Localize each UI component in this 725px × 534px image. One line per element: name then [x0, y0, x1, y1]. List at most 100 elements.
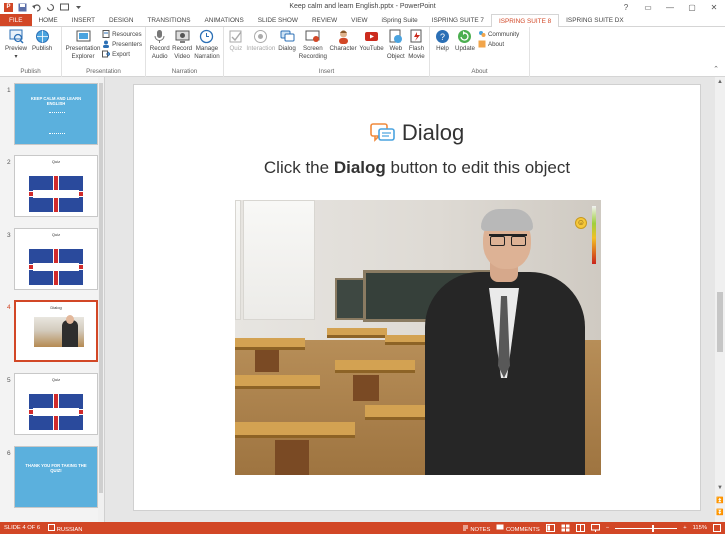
tab-insert[interactable]: INSERT: [65, 14, 102, 26]
tab-design[interactable]: DESIGN: [102, 14, 141, 26]
slide-thumbnail-4[interactable]: 4 Dialog: [4, 298, 102, 362]
workspace: 1 KEEP CALM AND LEARN ENGLISH 2 Quiz 3 Q…: [0, 77, 725, 522]
slide-thumb-label: Quiz: [51, 159, 61, 164]
publish-icon: [35, 29, 50, 44]
dialog-button[interactable]: Dialog: [277, 29, 297, 53]
flash-movie-label: Flash Movie: [408, 45, 425, 60]
export-icon: [102, 50, 111, 58]
save-icon[interactable]: [18, 3, 27, 12]
quiz-button[interactable]: Quiz: [227, 29, 245, 53]
decorative-lines: [49, 112, 65, 134]
reading-view-icon[interactable]: [575, 524, 585, 532]
redo-icon[interactable]: [46, 3, 55, 12]
slide-sorter-icon[interactable]: [561, 524, 570, 532]
slide-number: 2: [7, 159, 11, 166]
ribbon-display-button[interactable]: ▭: [637, 0, 659, 14]
language-indicator[interactable]: RUSSIAN: [44, 523, 86, 533]
chevron-down-icon: ▾: [14, 52, 18, 60]
scroll-down-icon[interactable]: ▼: [715, 485, 725, 491]
customize-toolbar-icon[interactable]: [74, 3, 83, 12]
help-ribbon-button[interactable]: ? Help: [433, 29, 452, 53]
union-jack-image: [29, 394, 83, 430]
web-object-icon: [388, 29, 403, 44]
tab-review[interactable]: REVIEW: [305, 14, 344, 26]
tab-ispring-suite-7[interactable]: ISPRING SUITE 7: [425, 14, 491, 26]
start-slideshow-icon[interactable]: [60, 3, 69, 12]
preview-button[interactable]: Preview ▾: [3, 29, 29, 60]
tab-animations[interactable]: ANIMATIONS: [198, 14, 251, 26]
slideshow-view-icon[interactable]: [590, 524, 600, 532]
tab-transitions[interactable]: TRANSITIONS: [141, 14, 198, 26]
tab-slide-show[interactable]: SLIDE SHOW: [251, 14, 305, 26]
slide-thumbnail-3[interactable]: 3 Quiz: [4, 226, 102, 290]
youtube-button[interactable]: YouTube: [358, 29, 384, 53]
slide-scrollbar[interactable]: ▲ ▼ ⏫ ⏬: [715, 77, 725, 522]
manage-narration-button[interactable]: Manage Narration: [194, 29, 220, 60]
presenters-label: Presenters: [112, 40, 142, 48]
normal-view-icon[interactable]: [545, 524, 555, 532]
undo-icon[interactable]: [32, 3, 41, 12]
record-video-button[interactable]: Record Video: [171, 29, 192, 60]
collapse-ribbon-icon[interactable]: ⌃: [713, 65, 719, 73]
thumbnails-scrollbar[interactable]: [98, 77, 104, 522]
previous-slide-icon[interactable]: ⏫: [715, 497, 725, 504]
tab-view[interactable]: VIEW: [344, 14, 374, 26]
resources-button[interactable]: Resources: [102, 30, 142, 38]
fit-to-window-icon[interactable]: [713, 524, 721, 532]
slide-preview: Quiz: [14, 373, 98, 435]
slide-thumbnail-6[interactable]: 6 THANK YOU FOR TAKING THE QUIZ!: [4, 444, 102, 508]
record-audio-button[interactable]: Record Audio: [149, 29, 170, 60]
notes-button[interactable]: NOTES: [462, 524, 490, 533]
powerpoint-logo-icon[interactable]: P: [4, 2, 13, 12]
next-slide-icon[interactable]: ⏬: [715, 509, 725, 516]
tab-ispring-suite-8[interactable]: ISPRING SUITE 8: [490, 14, 560, 28]
tab-file[interactable]: FILE: [0, 14, 32, 26]
status-bar: SLIDE 4 OF 6 RUSSIAN NOTES COMMENTS − + …: [0, 522, 725, 534]
about-button[interactable]: About: [478, 40, 519, 48]
character-button[interactable]: Character: [329, 29, 358, 53]
slide-title-row: Dialog: [134, 120, 700, 146]
scroll-up-icon[interactable]: ▲: [715, 79, 725, 85]
tab-ispring-suite[interactable]: iSpring Suite: [375, 14, 425, 26]
interaction-button[interactable]: Interaction: [246, 29, 276, 53]
slide-title[interactable]: Dialog: [402, 120, 464, 146]
zoom-slider[interactable]: [615, 524, 678, 532]
dialog-label: Dialog: [278, 45, 296, 52]
slide-thumbnail-1[interactable]: 1 KEEP CALM AND LEARN ENGLISH: [4, 81, 102, 145]
community-button[interactable]: Community: [478, 30, 519, 38]
interaction-label: Interaction: [246, 45, 276, 52]
presentation-explorer-button[interactable]: Presentation Explorer: [65, 29, 101, 60]
comments-icon: [496, 524, 504, 529]
minimize-button[interactable]: —: [659, 0, 681, 14]
group-presentation: Presentation Explorer Resources Presente…: [62, 27, 146, 77]
scrollbar-thumb[interactable]: [717, 292, 723, 352]
presentation-small-buttons: Resources Presenters Export: [102, 29, 142, 58]
tab-home[interactable]: HOME: [32, 14, 65, 26]
group-publish: Preview ▾ Publish Publish: [0, 27, 62, 77]
export-button[interactable]: Export: [102, 50, 142, 58]
zoom-level[interactable]: 115%: [693, 525, 707, 531]
slide-canvas[interactable]: Dialog Click the Dialog button to edit t…: [133, 84, 701, 511]
update-button[interactable]: Update: [453, 29, 477, 53]
dialog-icon: [280, 29, 295, 44]
comments-button[interactable]: COMMENTS: [496, 524, 540, 533]
screen-recording-button[interactable]: Screen Recording: [298, 29, 328, 60]
web-object-button[interactable]: Web Object: [386, 29, 406, 60]
publish-button[interactable]: Publish: [30, 29, 54, 53]
slide-preview: Dialog: [14, 300, 98, 362]
dialog-scene-image[interactable]: ☺: [235, 200, 601, 475]
slide-thumbnail-5[interactable]: 5 Quiz: [4, 371, 102, 435]
close-button[interactable]: ✕: [703, 0, 725, 14]
group-about: ? Help Update Community About About: [430, 27, 530, 77]
maximize-button[interactable]: ▢: [681, 0, 703, 14]
zoom-in-button[interactable]: +: [683, 525, 686, 531]
slide-thumbnail-2[interactable]: 2 Quiz: [4, 153, 102, 217]
zoom-out-button[interactable]: −: [606, 525, 609, 531]
about-small-buttons: Community About: [478, 29, 519, 48]
slide-subtitle[interactable]: Click the Dialog button to edit this obj…: [134, 158, 700, 178]
help-button[interactable]: ?: [615, 0, 637, 14]
slide-preview: Quiz: [14, 228, 98, 290]
presenters-button[interactable]: Presenters: [102, 40, 142, 48]
flash-movie-button[interactable]: Flash Movie: [407, 29, 426, 60]
tab-ispring-suite-dx[interactable]: ISPRING SUITE DX: [559, 14, 631, 26]
